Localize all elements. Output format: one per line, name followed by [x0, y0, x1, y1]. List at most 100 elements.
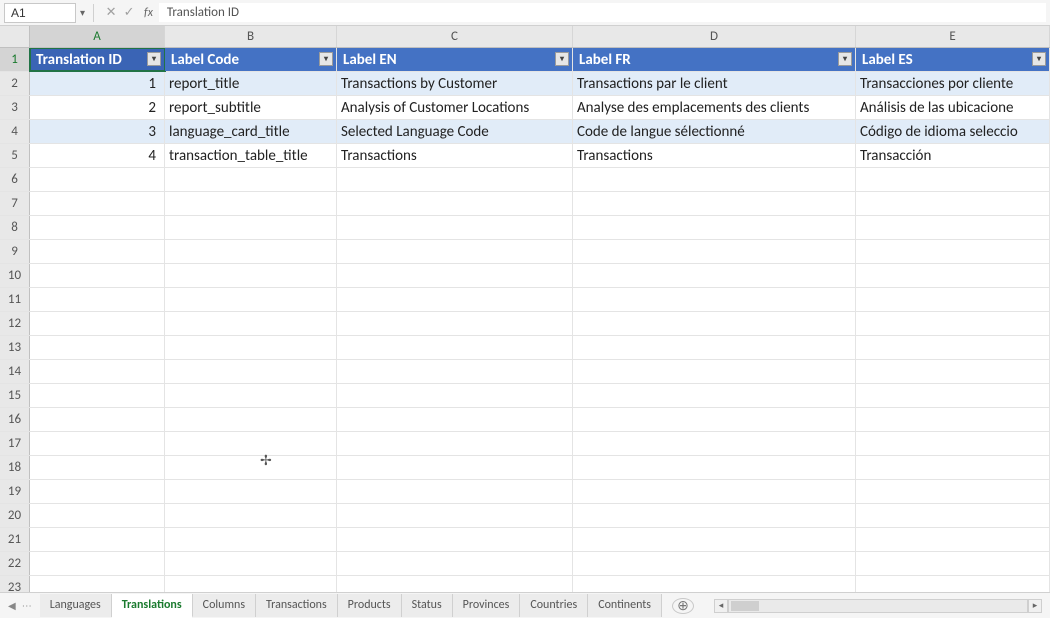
row-header[interactable]: 12: [0, 312, 30, 335]
cell[interactable]: [165, 360, 337, 383]
column-header-C[interactable]: C: [337, 26, 573, 47]
tab-nav-controls[interactable]: ◀ ⋯: [0, 599, 40, 612]
cell[interactable]: [573, 504, 856, 527]
cell[interactable]: [165, 168, 337, 191]
cell[interactable]: [30, 504, 165, 527]
cell[interactable]: 2: [30, 96, 165, 119]
cell[interactable]: [573, 576, 856, 592]
row-header[interactable]: 1: [0, 48, 30, 71]
cell[interactable]: [856, 552, 1050, 575]
cell[interactable]: [337, 192, 573, 215]
cell[interactable]: [165, 288, 337, 311]
hscroll-left-icon[interactable]: ◂: [714, 599, 728, 613]
filter-dropdown-icon[interactable]: ▾: [319, 52, 333, 66]
cell[interactable]: [165, 312, 337, 335]
sheet-tab-status[interactable]: Status: [402, 594, 453, 617]
cell[interactable]: [856, 432, 1050, 455]
cell[interactable]: [30, 192, 165, 215]
row-header[interactable]: 7: [0, 192, 30, 215]
cell[interactable]: [30, 576, 165, 592]
cell[interactable]: [165, 504, 337, 527]
cell[interactable]: [30, 552, 165, 575]
row-header[interactable]: 22: [0, 552, 30, 575]
cell[interactable]: transaction_table_title: [165, 144, 337, 167]
row-header[interactable]: 20: [0, 504, 30, 527]
add-sheet-button[interactable]: ⊕: [672, 598, 694, 614]
cell[interactable]: [573, 384, 856, 407]
cell[interactable]: [165, 456, 337, 479]
column-header-D[interactable]: D: [573, 26, 856, 47]
cell[interactable]: Transacción: [856, 144, 1050, 167]
fx-icon[interactable]: fx: [144, 6, 153, 20]
cell[interactable]: report_subtitle: [165, 96, 337, 119]
row-header[interactable]: 16: [0, 408, 30, 431]
cell[interactable]: [30, 456, 165, 479]
cell[interactable]: [573, 168, 856, 191]
cell[interactable]: [337, 360, 573, 383]
cell[interactable]: [165, 528, 337, 551]
filter-dropdown-icon[interactable]: ▾: [555, 52, 569, 66]
cell[interactable]: [165, 480, 337, 503]
filter-dropdown-icon[interactable]: ▾: [1032, 52, 1046, 66]
column-header-E[interactable]: E: [856, 26, 1050, 47]
cell[interactable]: [573, 312, 856, 335]
sheet-tab-provinces[interactable]: Provinces: [453, 594, 521, 617]
cell[interactable]: Transactions: [573, 144, 856, 167]
cell[interactable]: [337, 336, 573, 359]
cell[interactable]: [30, 312, 165, 335]
cell[interactable]: [856, 384, 1050, 407]
filter-dropdown-icon[interactable]: ▾: [147, 52, 161, 66]
sheet-tab-continents[interactable]: Continents: [588, 594, 662, 617]
cell[interactable]: [337, 312, 573, 335]
cell[interactable]: [337, 552, 573, 575]
cell[interactable]: [856, 264, 1050, 287]
cell[interactable]: Analyse des emplacements des clients: [573, 96, 856, 119]
cell[interactable]: [573, 216, 856, 239]
cell[interactable]: Transactions: [337, 144, 573, 167]
cell[interactable]: [573, 240, 856, 263]
row-header[interactable]: 14: [0, 360, 30, 383]
row-header[interactable]: 11: [0, 288, 30, 311]
cell[interactable]: [573, 264, 856, 287]
cell[interactable]: [573, 336, 856, 359]
cell[interactable]: [337, 216, 573, 239]
cell[interactable]: [337, 240, 573, 263]
cell[interactable]: [165, 552, 337, 575]
column-header-B[interactable]: B: [165, 26, 337, 47]
table-header-cell[interactable]: Label FR▾: [573, 48, 856, 71]
cell[interactable]: [856, 168, 1050, 191]
cell[interactable]: [30, 288, 165, 311]
cell[interactable]: language_card_title: [165, 120, 337, 143]
spreadsheet-grid[interactable]: 1Translation ID▾Label Code▾Label EN▾Labe…: [0, 48, 1050, 592]
row-header[interactable]: 17: [0, 432, 30, 455]
cell[interactable]: [856, 312, 1050, 335]
cell[interactable]: [573, 408, 856, 431]
cell[interactable]: [573, 456, 856, 479]
cell[interactable]: [573, 288, 856, 311]
nav-first-icon[interactable]: ◀: [8, 599, 16, 612]
cell[interactable]: [337, 576, 573, 592]
cell[interactable]: [165, 384, 337, 407]
cell[interactable]: [856, 360, 1050, 383]
cell[interactable]: Transactions par le client: [573, 72, 856, 95]
namebox-dropdown-icon[interactable]: ▾: [80, 6, 85, 19]
sheet-tab-countries[interactable]: Countries: [520, 594, 588, 617]
cell[interactable]: [165, 408, 337, 431]
cell[interactable]: [30, 384, 165, 407]
row-header[interactable]: 23: [0, 576, 30, 592]
cell[interactable]: Transactions by Customer: [337, 72, 573, 95]
cell[interactable]: 3: [30, 120, 165, 143]
cell[interactable]: Selected Language Code: [337, 120, 573, 143]
cell[interactable]: [856, 480, 1050, 503]
cell[interactable]: [165, 192, 337, 215]
row-header[interactable]: 5: [0, 144, 30, 167]
cell[interactable]: [856, 336, 1050, 359]
cell[interactable]: [30, 360, 165, 383]
row-header[interactable]: 15: [0, 384, 30, 407]
cell[interactable]: [30, 432, 165, 455]
select-all-corner[interactable]: [0, 26, 30, 47]
table-header-cell[interactable]: Label EN▾: [337, 48, 573, 71]
cell[interactable]: [337, 384, 573, 407]
row-header[interactable]: 19: [0, 480, 30, 503]
cell[interactable]: [573, 360, 856, 383]
